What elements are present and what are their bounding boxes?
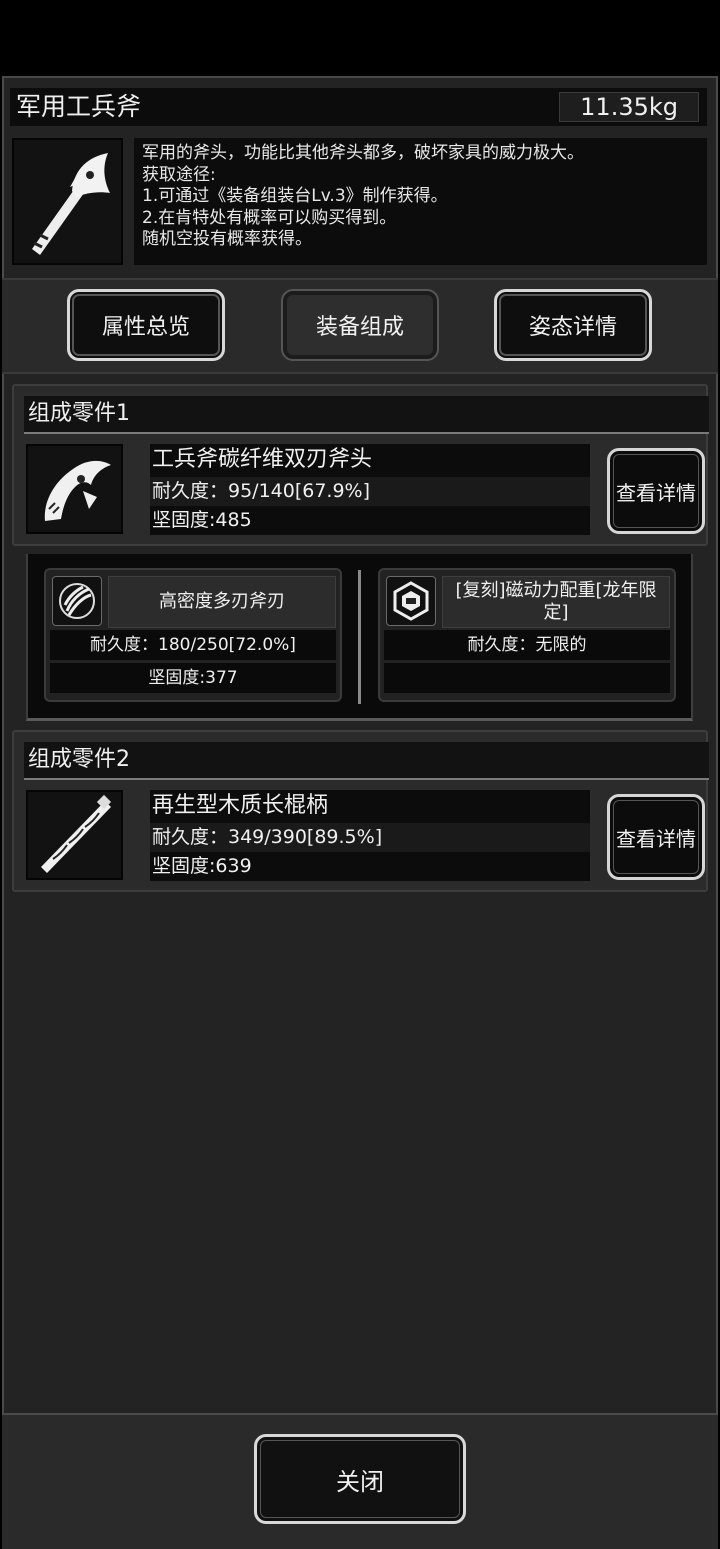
- tab-label: 装备组成: [315, 315, 404, 340]
- description-line: 军用的斧头，功能比其他斧头都多，破坏家具的威力极大。: [142, 143, 584, 163]
- part-icon: [26, 790, 123, 880]
- subcomponent-hardness: [384, 663, 670, 693]
- subcomponent-divider: [358, 570, 361, 704]
- part-section-title: 组成零件2: [24, 742, 709, 780]
- button-label: 查看详情: [616, 826, 696, 851]
- subcomponent-hardness: 坚固度:377: [50, 663, 336, 693]
- part-icon: [26, 444, 123, 534]
- axe-icon: [31, 152, 110, 255]
- description-line: 随机空投有概率获得。: [142, 229, 312, 249]
- part-section-2: 组成零件2 再生型木质长棍柄 耐久度：349/390[89.5%] 坚固度:63…: [12, 730, 709, 892]
- tab-equipment-composition[interactable]: 装备组成: [281, 289, 439, 361]
- item-name: 军用工兵斧: [16, 92, 142, 121]
- wooden-handle-icon: [40, 794, 111, 873]
- view-details-button[interactable]: 查看详情: [607, 448, 705, 534]
- subcomponent-panel: 高密度多刃斧刃 耐久度：180/250[72.0%] 坚固度:377 [复刻]磁…: [26, 554, 693, 721]
- description-line: 2.在肯特处有概率可以购买得到。: [142, 207, 397, 228]
- item-weight: 11.35kg: [559, 92, 699, 122]
- subcomponent-card[interactable]: 高密度多刃斧刃 耐久度：180/250[72.0%] 坚固度:377: [44, 568, 342, 702]
- item-icon: [12, 138, 123, 265]
- axe-head-icon: [44, 460, 111, 521]
- view-details-button[interactable]: 查看详情: [607, 794, 705, 880]
- part-name: 工兵斧碳纤维双刃斧头: [150, 444, 590, 478]
- part-hardness: 坚固度:485: [150, 506, 590, 535]
- part-hardness: 坚固度:639: [150, 852, 590, 881]
- subcomponent-name: [复刻]磁动力配重[龙年限定]: [442, 576, 670, 628]
- item-header: 军用工兵斧 11.35kg: [10, 88, 707, 126]
- item-description: 军用的斧头，功能比其他斧头都多，破坏家具的威力极大。 获取途径: 1.可通过《装…: [134, 138, 707, 265]
- close-button[interactable]: 关闭: [254, 1434, 466, 1524]
- hex-weight-icon: [386, 576, 436, 626]
- part-durability: 耐久度：349/390[89.5%]: [150, 823, 590, 852]
- button-label: 查看详情: [616, 480, 696, 505]
- button-label: 关闭: [336, 1467, 384, 1496]
- claw-blade-icon: [52, 576, 102, 626]
- part-section-1: 组成零件1 工兵斧碳纤维双刃斧头 耐久度：95/140[67.9%] 坚固度:4…: [12, 384, 709, 546]
- subcomponent-durability: 耐久度：无限的: [384, 630, 670, 660]
- tab-label: 属性总览: [101, 315, 190, 340]
- part-section-title: 组成零件1: [24, 396, 709, 434]
- tab-label: 姿态详情: [528, 315, 617, 340]
- tab-attribute-overview[interactable]: 属性总览: [67, 289, 225, 361]
- part-durability: 耐久度：95/140[67.9%]: [150, 477, 590, 506]
- tab-stance-details[interactable]: 姿态详情: [494, 289, 652, 361]
- subcomponent-durability: 耐久度：180/250[72.0%]: [50, 630, 336, 660]
- description-line: 1.可通过《装备组装台Lv.3》制作获得。: [142, 186, 448, 206]
- part-name: 再生型木质长棍柄: [150, 790, 590, 824]
- description-line: 获取途径:: [142, 164, 216, 185]
- subcomponent-name: 高密度多刃斧刃: [108, 576, 336, 628]
- subcomponent-card[interactable]: [复刻]磁动力配重[龙年限定] 耐久度：无限的: [378, 568, 676, 702]
